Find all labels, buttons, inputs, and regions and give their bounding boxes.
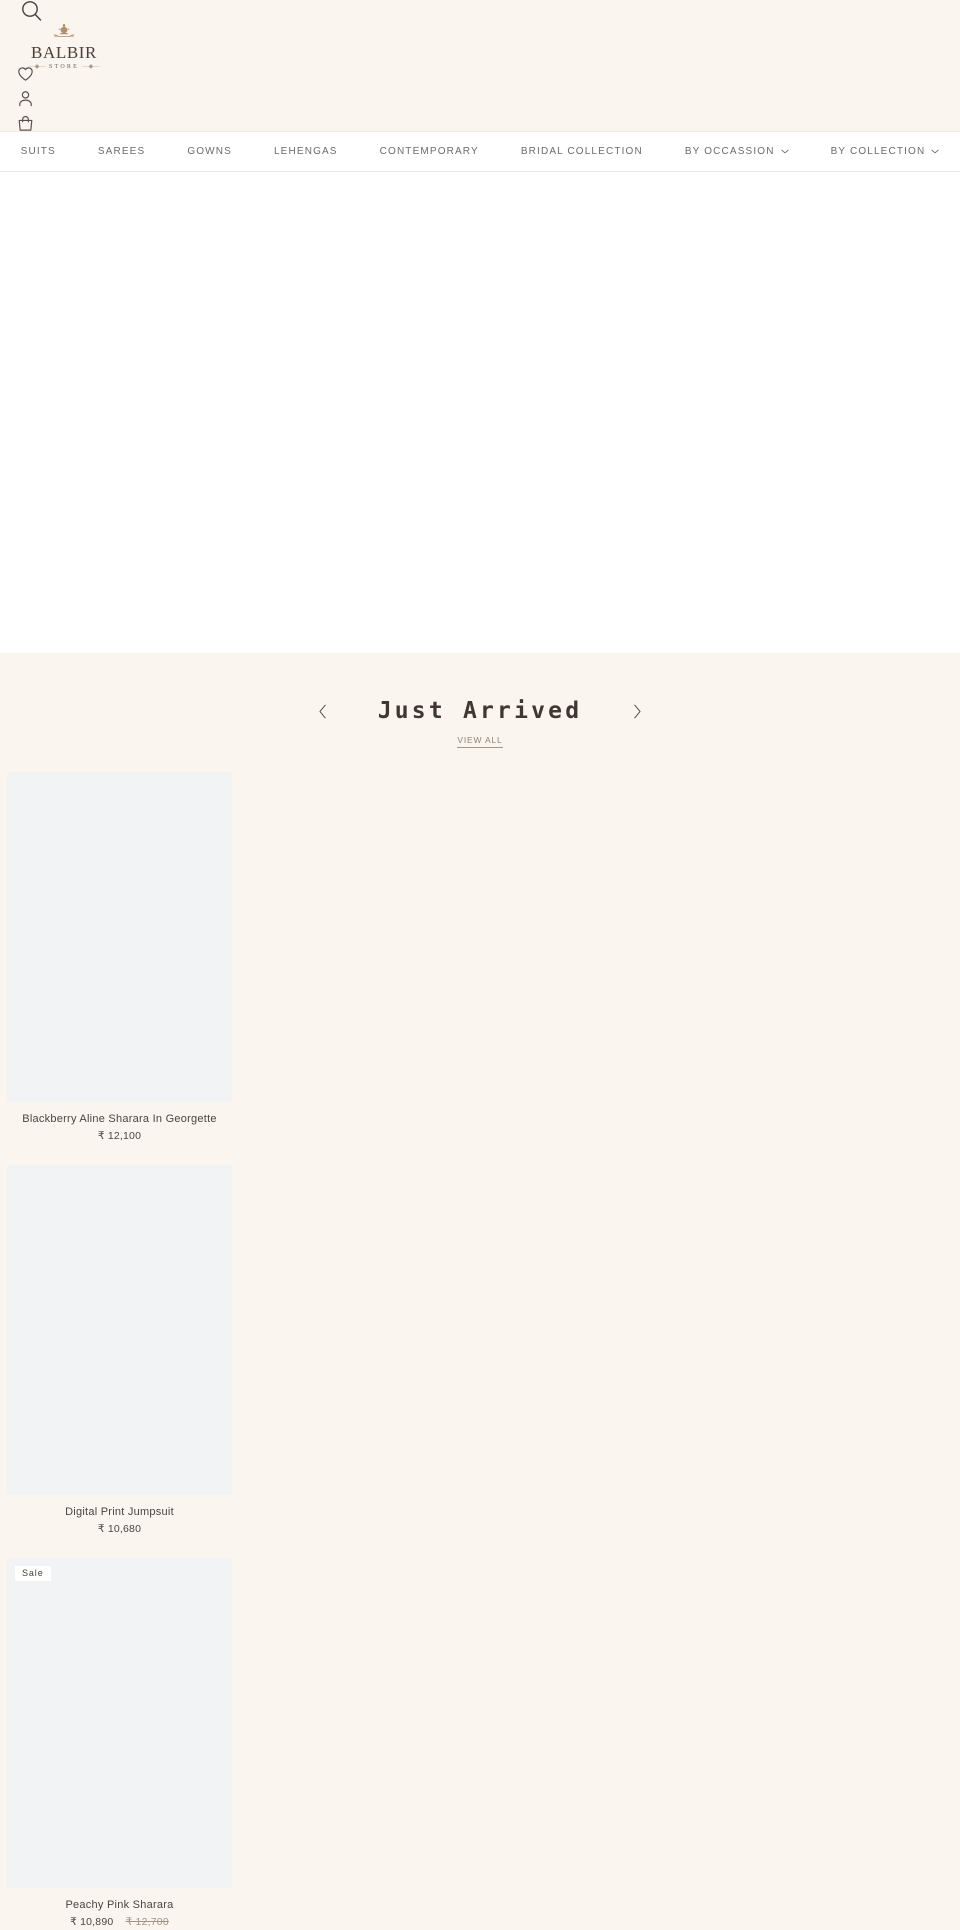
main-navigation: SUITS SAREES GOWNS LEHENGAS CONTEMPORARY… [0, 131, 960, 172]
hero-banner[interactable] [0, 172, 960, 653]
account-icon[interactable] [16, 89, 35, 108]
chevron-down-icon [931, 149, 939, 154]
search-icon[interactable] [19, 0, 45, 25]
nav-label: CONTEMPORARY [379, 145, 479, 157]
product-image[interactable] [7, 772, 232, 1102]
product-title: Blackberry Aline Sharara In Georgette [22, 1113, 217, 1125]
price-current: ₹ 10,890 [70, 1916, 114, 1929]
price-current: ₹ 12,100 [97, 1130, 142, 1143]
product-card[interactable]: Digital Print Jumpsuit ₹ 10,680 [7, 1164, 232, 1537]
product-list: Blackberry Aline Sharara In Georgette ₹ … [0, 772, 960, 1930]
nav-label: LEHENGAS [273, 145, 338, 157]
product-info: Digital Print Jumpsuit ₹ 10,680 [7, 1495, 232, 1537]
nav-item-bridal-collection[interactable]: BRIDAL COLLECTION [500, 145, 664, 157]
nav-item-suits[interactable]: SUITS [0, 145, 77, 157]
crest-icon [54, 24, 74, 38]
just-arrived-section: Just Arrived VIEW ALL Blackberry Aline S… [0, 653, 960, 1930]
brand-logo[interactable]: BALBIR —◆— STORE —◆— [22, 23, 106, 70]
carousel-next-button[interactable] [620, 694, 654, 728]
product-card[interactable]: Sale Peachy Pink Sharara ₹ 10,890 ₹ 12,7… [7, 1557, 232, 1930]
status-badge: Sale [15, 1565, 51, 1581]
product-info: Peachy Pink Sharara ₹ 10,890 ₹ 12,700 [7, 1888, 232, 1930]
wishlist-icon[interactable] [16, 64, 35, 83]
brand-name: BALBIR [31, 43, 97, 62]
product-image[interactable]: Sale [7, 1557, 232, 1888]
nav-item-contemporary[interactable]: CONTEMPORARY [359, 145, 500, 157]
carousel-prev-button[interactable] [306, 694, 340, 728]
product-card[interactable]: Blackberry Aline Sharara In Georgette ₹ … [7, 772, 232, 1144]
site-header: BALBIR —◆— STORE —◆— [0, 0, 960, 131]
nav-item-lehengas[interactable]: LEHENGAS [253, 145, 359, 157]
product-image[interactable] [7, 1164, 232, 1495]
nav-label: BRIDAL COLLECTION [520, 145, 643, 157]
view-all-link[interactable]: VIEW ALL [457, 736, 503, 748]
nav-label: SUITS [20, 145, 56, 157]
cart-icon[interactable] [16, 114, 35, 133]
nav-item-sarees[interactable]: SAREES [77, 145, 166, 157]
product-price: ₹ 12,100 [7, 1130, 232, 1144]
chevron-down-icon [780, 149, 789, 154]
header-icon-group [16, 64, 35, 133]
nav-label: SAREES [97, 145, 146, 157]
product-title: Digital Print Jumpsuit [65, 1505, 174, 1518]
price-current: ₹ 10,680 [97, 1523, 142, 1536]
nav-label: GOWNS [187, 145, 232, 157]
page-title: Just Arrived [377, 697, 583, 724]
nav-item-by-collection[interactable]: BY COLLECTION [810, 145, 960, 157]
product-title: Peachy Pink Sharara [65, 1898, 174, 1911]
product-price: ₹ 10,890 ₹ 12,700 [7, 1916, 232, 1930]
nav-label: BY COLLECTION [830, 145, 926, 157]
price-compare: ₹ 12,700 [125, 1916, 169, 1929]
product-info: Blackberry Aline Sharara In Georgette ₹ … [7, 1102, 232, 1144]
product-price: ₹ 10,680 [7, 1523, 232, 1537]
nav-item-by-occassion[interactable]: BY OCCASSION [664, 145, 810, 157]
nav-item-gowns[interactable]: GOWNS [166, 145, 253, 157]
collection-header: Just Arrived VIEW ALL [0, 694, 960, 748]
nav-label: BY OCCASSION [684, 145, 775, 157]
